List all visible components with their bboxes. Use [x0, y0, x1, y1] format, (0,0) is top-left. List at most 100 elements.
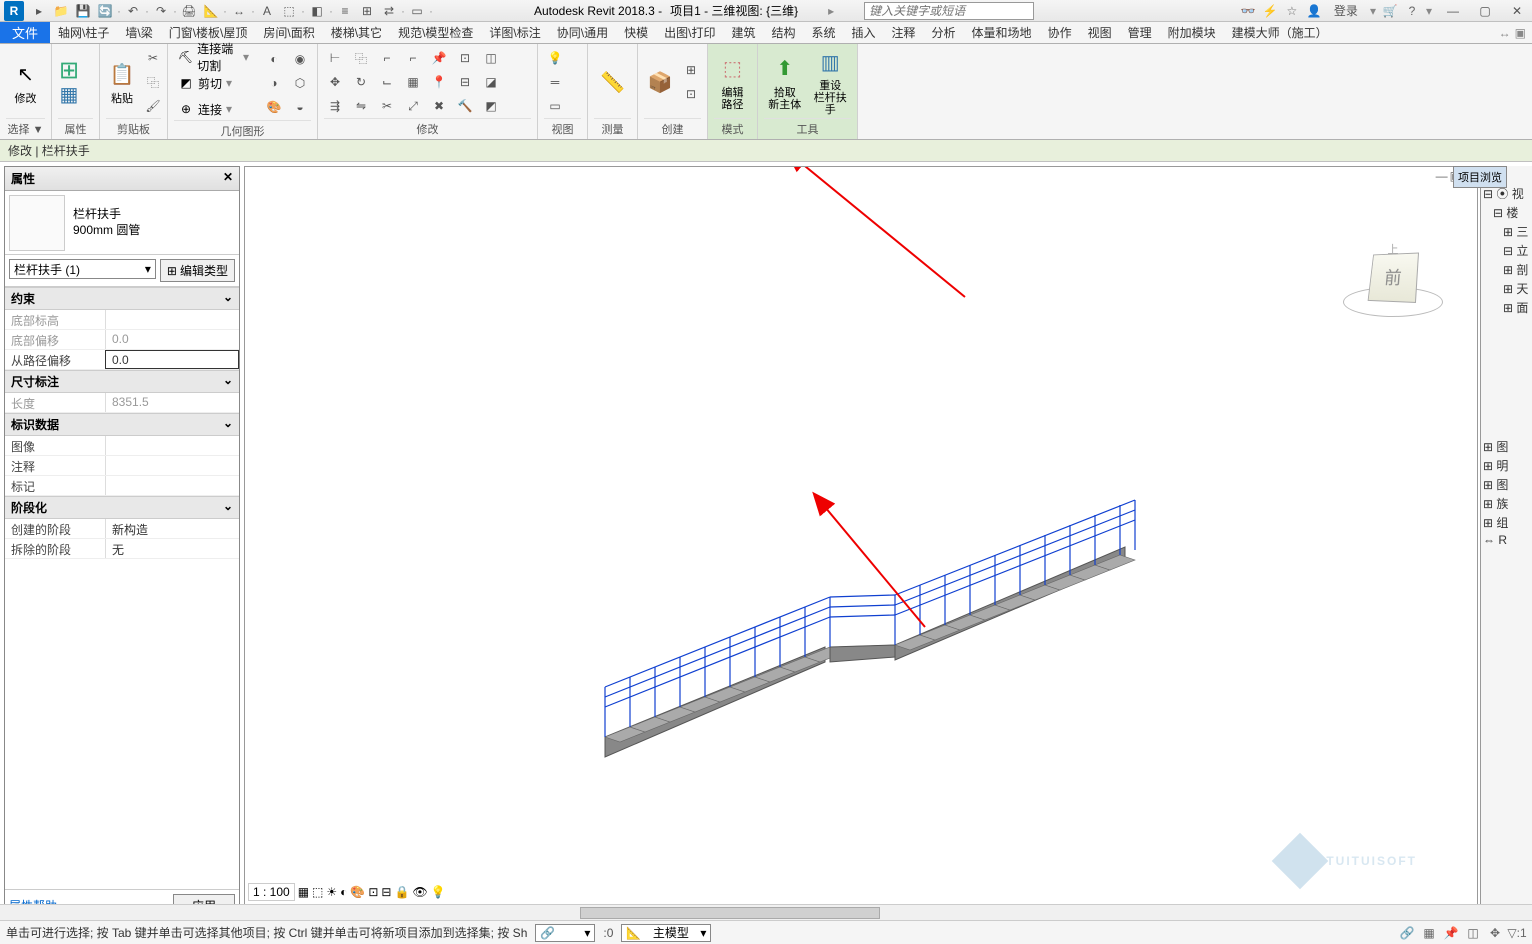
menu-systems[interactable]: 系统	[803, 22, 843, 43]
help-icon[interactable]: ?	[1404, 3, 1420, 19]
rotate-icon[interactable]: ↻	[350, 71, 372, 93]
drag-elements-icon[interactable]: ✥	[1486, 924, 1504, 942]
tree-item[interactable]: ⊞ 图	[1483, 437, 1530, 456]
geom-icon-5[interactable]: ⬡	[289, 72, 311, 94]
help-dropdown-icon[interactable]: ▾	[1426, 4, 1432, 18]
extend-icon[interactable]: ⌙	[376, 71, 398, 93]
tree-item[interactable]: ⊟ 立	[1483, 241, 1530, 260]
select-links-icon[interactable]: 🔗	[1398, 924, 1416, 942]
close-button[interactable]: ✕	[1506, 2, 1528, 20]
tree-item[interactable]: ⊞ 族	[1483, 494, 1530, 513]
create-sub1-icon[interactable]: ⊞	[680, 59, 702, 81]
menu-detail-anno[interactable]: 详图\标注	[481, 22, 548, 43]
mod-b-icon[interactable]: ◪	[480, 71, 502, 93]
reveal-icon[interactable]: 💡	[431, 885, 446, 899]
menu-insert[interactable]: 插入	[844, 22, 884, 43]
mod-a-icon[interactable]: ◫	[480, 47, 502, 69]
project-browser[interactable]: 项目浏览 ⊟ ⦿ 视 ⊟ 楼 ⊞ 三 ⊟ 立 ⊞ 剖 ⊞ 天 ⊞ 面 ⊞ 图 ⊞…	[1480, 166, 1532, 922]
lock3d-icon[interactable]: 🔒	[394, 885, 409, 899]
edit-path-button[interactable]: ⬚ 编辑 路径	[714, 48, 751, 116]
maximize-button[interactable]: ▢	[1474, 2, 1496, 20]
tree-item[interactable]: ⊞ 三	[1483, 222, 1530, 241]
type-selector[interactable]: 栏杆扶手 900mm 圆管	[5, 191, 239, 255]
qat-thin-icon[interactable]: ≡	[336, 2, 354, 20]
menu-analyze[interactable]: 分析	[924, 22, 964, 43]
prop-comments[interactable]: 注释	[5, 456, 239, 476]
qat-save-icon[interactable]: 💾	[74, 2, 92, 20]
select-pinned-icon[interactable]: 📌	[1442, 924, 1460, 942]
unpin-icon[interactable]: 📍	[428, 71, 450, 93]
group-icon[interactable]: ⊡	[454, 47, 476, 69]
split-icon[interactable]: ✂	[376, 95, 398, 117]
prop-phase-created[interactable]: 创建的阶段新构造	[5, 519, 239, 539]
align-icon[interactable]: ⊢	[324, 47, 346, 69]
copy-icon[interactable]: ⿻	[142, 71, 164, 93]
group-constraints-header[interactable]: 约束⌄	[5, 287, 239, 310]
prop-phase-demo[interactable]: 拆除的阶段无	[5, 539, 239, 559]
menu-manage[interactable]: 管理	[1120, 22, 1160, 43]
menu-annotate[interactable]: 注释	[884, 22, 924, 43]
menu-grid-column[interactable]: 轴网\柱子	[50, 22, 117, 43]
pick-new-host-button[interactable]: ⬆ 拾取 新主体	[764, 48, 806, 116]
view-icon-3[interactable]: ▭	[544, 95, 566, 117]
staircase-railing-model[interactable]	[585, 397, 1145, 797]
ribbon-overflow-icon[interactable]: ↔	[1499, 26, 1511, 40]
view-icon-1[interactable]: 💡	[544, 47, 566, 69]
ungroup-icon[interactable]: ⊟	[454, 71, 476, 93]
filter-icon[interactable]: ▽:1	[1508, 924, 1526, 942]
visual-style-icon[interactable]: ⬚	[312, 885, 323, 899]
match-icon[interactable]: 🖌	[142, 95, 164, 117]
move-icon[interactable]: ✥	[324, 71, 346, 93]
menu-collaborate[interactable]: 协作	[1040, 22, 1080, 43]
qat-switch-icon[interactable]: ⇄	[380, 2, 398, 20]
menu-view[interactable]: 视图	[1080, 22, 1120, 43]
corner-icon[interactable]: ⌐	[402, 47, 424, 69]
crop-visible-icon[interactable]: ⊟	[381, 885, 391, 899]
qat-sync-icon[interactable]: 🔄	[96, 2, 114, 20]
qat-text-icon[interactable]: A	[258, 2, 276, 20]
tree-item[interactable]: ⊞ 组	[1483, 513, 1530, 532]
tree-item[interactable]: ⊞ 剖	[1483, 260, 1530, 279]
geom-icon-2[interactable]: ◑	[263, 72, 285, 94]
join-button[interactable]: ⊕连接▾	[174, 98, 253, 120]
reset-railing-button[interactable]: ▥ 重设 栏杆扶手	[810, 48, 852, 116]
create-sub2-icon[interactable]: ⊡	[680, 83, 702, 105]
qat-print-icon[interactable]: 🖨	[180, 2, 198, 20]
file-tab[interactable]: 文件	[0, 22, 50, 43]
type-properties-icon[interactable]: ▦	[58, 83, 80, 105]
geom-icon-4[interactable]: ◉	[289, 48, 311, 70]
view-canvas[interactable]: — ▣ ✕ 前 上	[244, 166, 1478, 922]
favorite-icon[interactable]: ☆	[1284, 3, 1300, 19]
properties-icon[interactable]: ⊞	[58, 59, 80, 81]
demolish-icon[interactable]: 🔨	[454, 95, 476, 117]
group-select-label[interactable]: 选择 ▼	[6, 118, 45, 139]
menu-spec-check[interactable]: 规范\模型检查	[390, 22, 481, 43]
group-phasing-header[interactable]: 阶段化⌄	[5, 496, 239, 519]
shadows-icon[interactable]: ◐	[340, 885, 347, 899]
qat-close-icon[interactable]: ⊞	[358, 2, 376, 20]
qat-new-icon[interactable]: 📁	[52, 2, 70, 20]
view-icon-2[interactable]: ═	[544, 71, 566, 93]
menu-architecture[interactable]: 建筑	[723, 22, 763, 43]
qat-3d-icon[interactable]: ⬚	[280, 2, 298, 20]
cope-button[interactable]: ⛏连接端切割▾	[174, 46, 253, 68]
crop-icon[interactable]: ⊡	[368, 885, 378, 899]
group-identity-header[interactable]: 标识数据⌄	[5, 413, 239, 436]
mod-c-icon[interactable]: ◩	[480, 95, 502, 117]
design-options-combo[interactable]: 📐主模型▾	[621, 924, 711, 942]
tree-item[interactable]: ⊞ 面	[1483, 298, 1530, 317]
horizontal-scrollbar[interactable]	[0, 904, 1532, 920]
prop-mark[interactable]: 标记	[5, 476, 239, 496]
mirror-icon[interactable]: ⇋	[350, 95, 372, 117]
prop-image[interactable]: 图像	[5, 436, 239, 456]
menu-print-out[interactable]: 出图\打印	[656, 22, 723, 43]
communicate-icon[interactable]: ⚡	[1262, 3, 1278, 19]
tree-item[interactable]: ⊞ 明	[1483, 456, 1530, 475]
qat-mod1-icon[interactable]: ▭	[408, 2, 426, 20]
search-input[interactable]	[864, 2, 1034, 20]
exchange-icon[interactable]: 🛒	[1382, 3, 1398, 19]
menu-collab-general[interactable]: 协同\通用	[549, 22, 616, 43]
viewcube-front-face[interactable]: 前	[1368, 253, 1419, 304]
render-icon[interactable]: 🎨	[350, 885, 365, 899]
scrollbar-thumb[interactable]	[580, 907, 880, 919]
